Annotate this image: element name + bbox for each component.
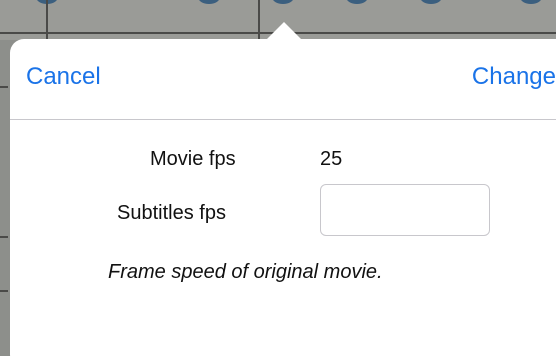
background-gridline	[46, 0, 48, 40]
fps-popover: Cancel Change Movie fps 25 Subtitles fps…	[10, 39, 556, 356]
movie-fps-label: Movie fps	[150, 148, 236, 170]
hint-text: Frame speed of original movie.	[108, 261, 383, 283]
cancel-button[interactable]: Cancel	[26, 63, 101, 91]
background-tick	[0, 290, 8, 292]
movie-fps-value: 25	[320, 148, 343, 170]
popover-navbar: Cancel Change	[10, 39, 556, 120]
change-button[interactable]: Change	[436, 63, 556, 91]
background-tick	[0, 236, 8, 238]
popover-arrow	[266, 22, 302, 40]
background-gridline	[258, 0, 260, 40]
subtitles-fps-input[interactable]	[320, 184, 490, 236]
background-tick	[0, 86, 8, 88]
subtitles-fps-label: Subtitles fps	[117, 202, 226, 224]
